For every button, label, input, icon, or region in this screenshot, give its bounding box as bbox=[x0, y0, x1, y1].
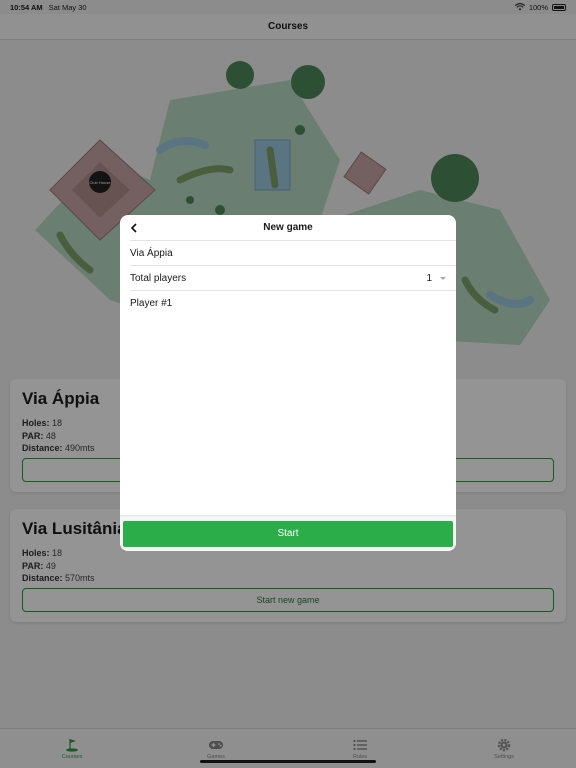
dropdown-caret-icon bbox=[440, 276, 446, 280]
new-game-modal: New game Via Áppia Total players 1 Playe… bbox=[120, 215, 456, 551]
modal-footer: Start bbox=[120, 515, 456, 551]
modal-header: New game bbox=[120, 215, 456, 240]
chevron-left-icon bbox=[130, 223, 137, 233]
course-name: Via Áppia bbox=[130, 247, 173, 259]
total-players-picker[interactable]: 1 bbox=[426, 273, 446, 284]
modal-title: New game bbox=[263, 222, 313, 233]
player-name-field[interactable]: Player #1 bbox=[130, 298, 172, 309]
player-row[interactable]: Player #1 bbox=[130, 290, 456, 315]
total-players-label: Total players bbox=[130, 272, 187, 284]
start-button[interactable]: Start bbox=[123, 520, 453, 547]
back-button[interactable] bbox=[126, 220, 142, 236]
home-indicator bbox=[200, 760, 376, 763]
total-players-value: 1 bbox=[426, 272, 432, 284]
total-players-row[interactable]: Total players 1 bbox=[130, 265, 456, 290]
course-name-row: Via Áppia bbox=[130, 240, 456, 265]
